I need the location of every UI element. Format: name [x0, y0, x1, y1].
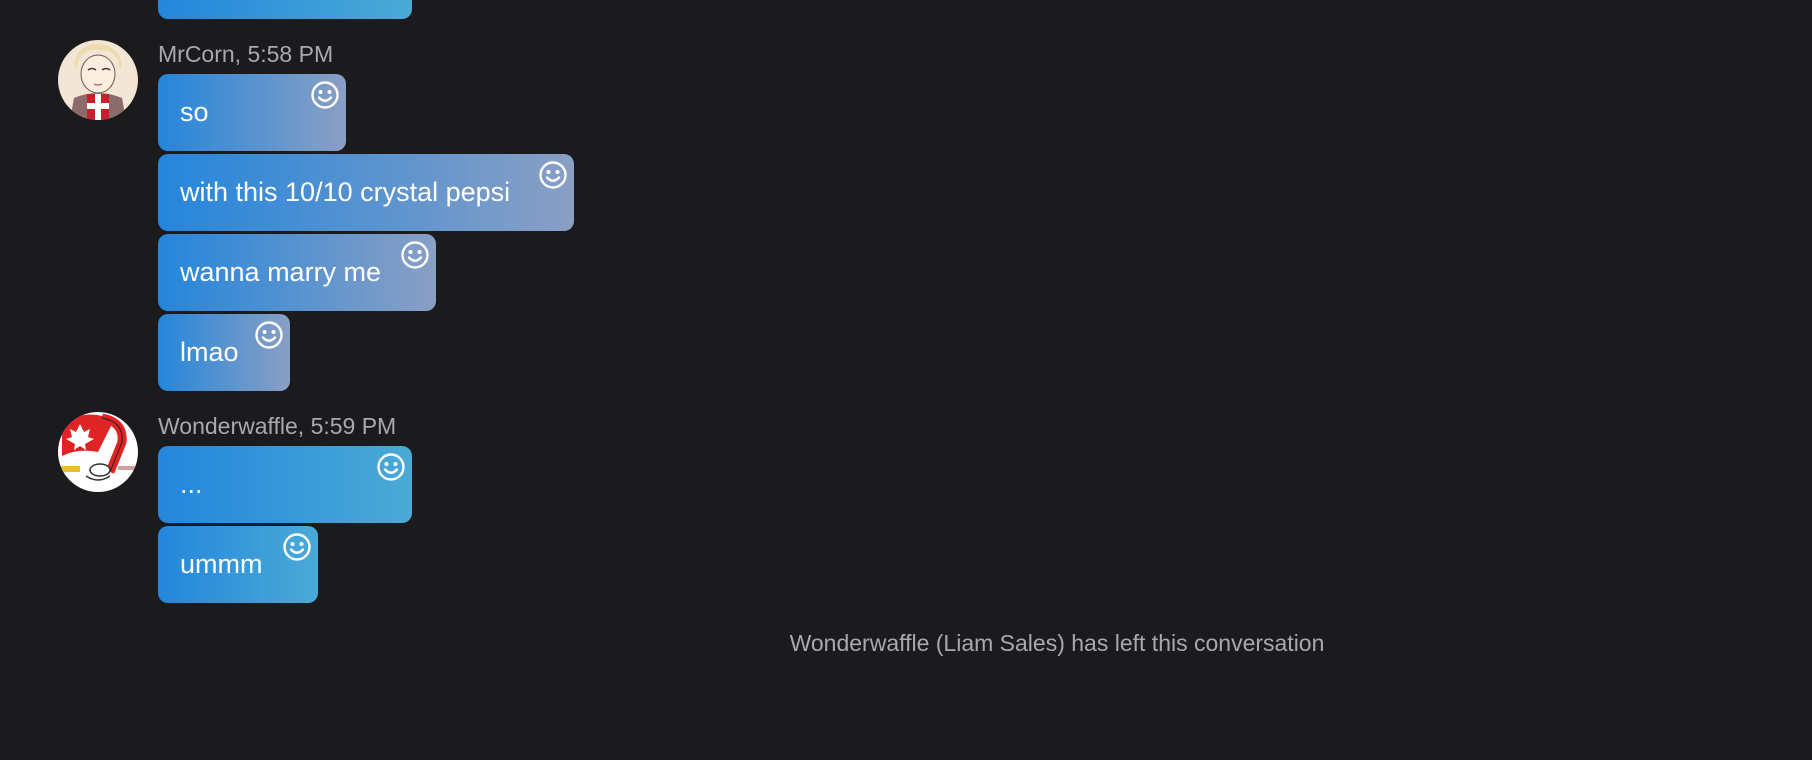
message-bubble[interactable]: so	[158, 74, 346, 151]
wonderwaffle-avatar[interactable]	[58, 412, 138, 492]
message-text: with this 10/10 crystal pepsi	[180, 177, 511, 207]
message-text: so	[180, 97, 209, 127]
message-bubble[interactable]: with this 10/10 crystal pepsi	[158, 154, 574, 231]
smiley-icon[interactable]	[310, 80, 340, 110]
previous-message-bubble[interactable]	[158, 0, 412, 19]
smiley-icon[interactable]	[376, 452, 406, 482]
sender-label: MrCorn, 5:58 PM	[158, 41, 334, 67]
smiley-icon[interactable]	[282, 532, 312, 562]
conversation-left-notice: Wonderwaffle (Liam Sales) has left this …	[789, 630, 1325, 656]
smiley-icon[interactable]	[400, 240, 430, 270]
message-bubble[interactable]: wanna marry me	[158, 234, 436, 311]
message-bubble[interactable]: lmao	[158, 314, 290, 391]
message-text: wanna marry me	[180, 257, 382, 287]
message-bubble[interactable]: ...	[158, 446, 412, 523]
message-text: ummm	[180, 549, 263, 579]
message-bubble[interactable]: ummm	[158, 526, 318, 603]
chat-transcript: MrCorn, 5:58 PM so with this 10/10 cryst…	[0, 0, 1812, 760]
message-text: lmao	[180, 337, 239, 367]
sender-label: Wonderwaffle, 5:59 PM	[158, 413, 397, 439]
message-text: ...	[180, 469, 203, 499]
smiley-icon[interactable]	[254, 320, 284, 350]
smiley-icon[interactable]	[538, 160, 568, 190]
mrcorn-avatar[interactable]	[58, 40, 138, 120]
